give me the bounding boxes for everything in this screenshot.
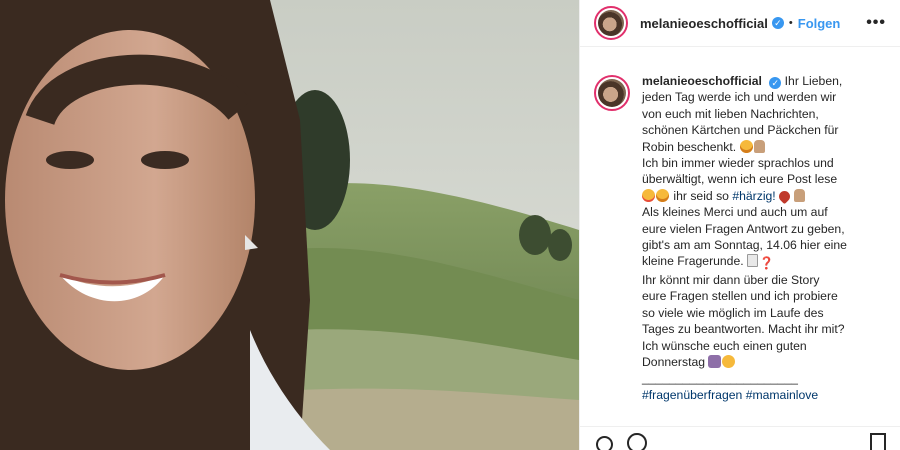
hashtag-link[interactable]: #fragenüberfragen: [642, 388, 742, 402]
hashtag-link[interactable]: #mamainlove: [746, 388, 818, 402]
woman-emoji-icon: [708, 354, 722, 368]
post-side-panel: melanieoeschofficial ✓ • Folgen ••• mela…: [579, 0, 900, 450]
caption-line: gibt's am am Sonntag, 14.06 hier eine: [642, 238, 847, 253]
smile-emoji-icon: [656, 188, 669, 202]
caption-line: Ich wünsche euch einen guten: [642, 338, 807, 353]
post-username[interactable]: melanieoeschofficial: [640, 16, 768, 31]
caption-avatar[interactable]: [594, 75, 630, 111]
caption-line: kleine Fragerunde.: [642, 254, 744, 269]
caption-line: Ich bin immer wieder sprachlos und: [642, 156, 834, 171]
caption-verified-icon: ✓: [769, 77, 782, 89]
follow-button[interactable]: Folgen: [798, 16, 841, 31]
verified-badge-icon: ✓: [771, 17, 784, 29]
selfie-landscape-image: [0, 0, 579, 450]
heart-emoji-icon: [776, 188, 793, 205]
caption-line: eure Fragen stellen und ich probiere: [642, 289, 838, 304]
caption-line: jeden Tag werde ich und werden wir: [642, 90, 837, 105]
caption-line: Als kleines Merci und auch um auf: [642, 205, 828, 220]
caption-line: Tages zu beantworten. Macht ihr mit?: [642, 322, 845, 337]
action-bar: [580, 426, 900, 450]
caption-divider: _______________________: [642, 371, 798, 386]
post-photo[interactable]: [0, 0, 579, 450]
post-header: melanieoeschofficial ✓ • Folgen •••: [580, 0, 900, 47]
heart-eyes-emoji-icon: [642, 188, 655, 202]
caption-area: melanieoeschofficial ✓ Ihr Lieben, jeden…: [580, 48, 900, 426]
caption-line: Ihr Lieben,: [784, 74, 843, 88]
hashtag-link[interactable]: #härzig!: [732, 189, 775, 203]
caption-line: schönen Kärtchen und Päckchen für: [642, 123, 839, 138]
caption-line: ihr seid so: [673, 188, 729, 203]
wink-emoji-icon: [722, 354, 736, 368]
memo-emoji-icon: [747, 254, 759, 268]
pray-emoji-icon: [753, 139, 765, 153]
avatar[interactable]: [594, 6, 628, 40]
question-emoji-icon: ❓: [759, 256, 774, 271]
caption-line: Donnerstag: [642, 354, 706, 369]
caption-line: eure vielen Fragen Antwort zu geben,: [642, 221, 845, 236]
comment-bubble-icon[interactable]: [627, 433, 647, 450]
caption-username[interactable]: melanieoeschofficial: [642, 74, 762, 88]
caption-line: Ihr könnt mir dann über die Story: [642, 272, 820, 287]
caption-line: überwältigt, wenn ich eure Post lese: [642, 172, 838, 187]
pray-emoji-icon: [794, 188, 806, 202]
heart-outline-icon[interactable]: [592, 432, 617, 450]
more-options-icon[interactable]: •••: [866, 14, 886, 32]
bookmark-icon[interactable]: [870, 433, 886, 450]
caption-line: so viele wie möglich im Laufe des: [642, 305, 824, 320]
separator-dot: •: [788, 17, 793, 29]
caption-text: melanieoeschofficial ✓ Ihr Lieben, jeden…: [642, 73, 874, 426]
caption-line: von euch mit lieben Nachrichten,: [642, 106, 819, 121]
caption-line: Robin beschenkt.: [642, 139, 737, 154]
smile-emoji-icon: [739, 139, 753, 153]
